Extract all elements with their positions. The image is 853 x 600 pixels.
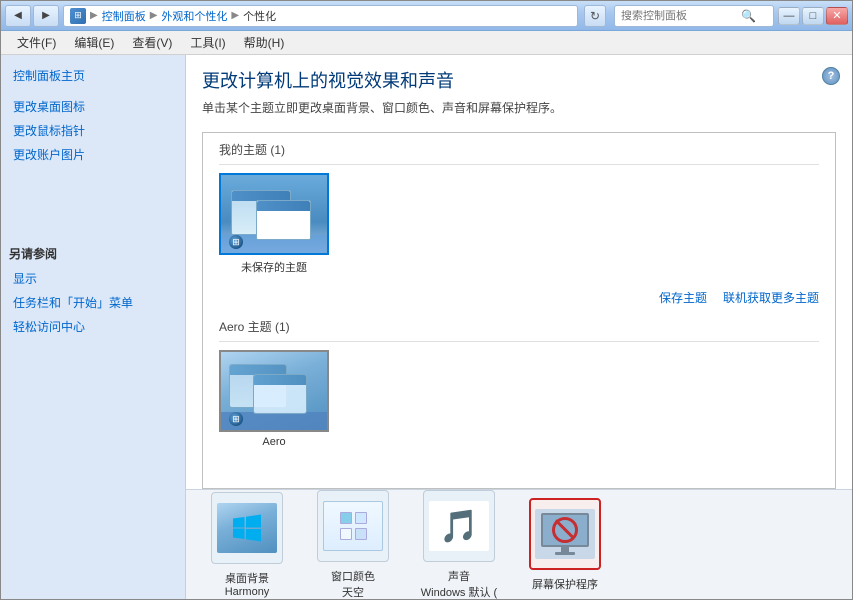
my-themes-header: 我的主题 (1) [219,133,819,165]
theme-item-unsaved[interactable]: ⊞ 未保存的主题 [219,173,329,275]
window-sim2-aero [253,374,307,414]
sidebar-main-section: 控制面板主页 更改桌面图标 更改鼠标指针 更改账户图片 [9,65,177,165]
preview-unsaved-inner: ⊞ [221,175,327,253]
theme-preview-aero[interactable]: ⊞ [219,350,329,432]
themes-container[interactable]: 我的主题 (1) [202,132,836,489]
sidebar-also-see-title: 另请参阅 [9,245,177,262]
sidebar: 控制面板主页 更改桌面图标 更改鼠标指针 更改账户图片 另请参阅 显示 任务栏和… [1,55,186,599]
menu-edit[interactable]: 编辑(E) [66,32,122,53]
desktop-bg-item[interactable]: 桌面背景 Harmony [202,492,292,598]
menu-tools[interactable]: 工具(I) [182,32,233,53]
close-button[interactable]: ✕ [826,7,848,25]
sound-sublabel: Windows 默认 ( [421,584,497,600]
breadcrumb: ⊞ ▶ 控制面板 ▶ 外观和个性化 ▶ 个性化 [63,5,578,27]
get-more-themes-link[interactable]: 联机获取更多主题 [723,289,819,306]
maximize-button[interactable]: □ [802,7,824,25]
theme-preview-unsaved[interactable]: ⊞ [219,173,329,255]
search-bar: 🔍 [614,5,774,27]
window-color-label: 窗口颜色 [331,568,375,584]
bottom-bar: 桌面背景 Harmony [186,489,852,599]
title-bar: ◀ ▶ ⊞ ▶ 控制面板 ▶ 外观和个性化 ▶ 个性化 ↻ 🔍 — □ ✕ [1,1,852,31]
wincolor-icon [323,501,383,551]
search-icon[interactable]: 🔍 [741,9,756,23]
title-bar-left: ◀ ▶ ⊞ ▶ 控制面板 ▶ 外观和个性化 ▶ 个性化 ↻ 🔍 [5,5,774,27]
back-button[interactable]: ◀ [5,5,31,27]
page-description: 单击某个主题立即更改桌面背景、窗口颜色、声音和屏幕保护程序。 [202,99,836,116]
breadcrumb-current: 个性化 [243,8,276,24]
menu-file[interactable]: 文件(F) [9,32,64,53]
content-area: ? 更改计算机上的视觉效果和声音 单击某个主题立即更改桌面背景、窗口颜色、声音和… [186,55,852,599]
sidebar-item-desktop-icons[interactable]: 更改桌面图标 [9,96,177,117]
wallpaper-icon [217,503,277,553]
sidebar-item-account-picture[interactable]: 更改账户图片 [9,144,177,165]
content-wrapper: ? 更改计算机上的视觉效果和声音 单击某个主题立即更改桌面背景、窗口颜色、声音和… [186,55,852,599]
themes-actions: 保存主题 联机获取更多主题 [219,283,819,310]
screensaver-item[interactable]: 屏幕保护程序 [520,498,610,592]
desktop-bg-icon-box[interactable] [211,492,283,564]
window-color-icon-box[interactable] [317,490,389,562]
desktop-bg-label: 桌面背景 [225,570,269,586]
breadcrumb-appearance[interactable]: 外观和个性化 [161,8,227,24]
minimize-button[interactable]: — [778,7,800,25]
refresh-button[interactable]: ↻ [584,5,606,27]
theme-item-aero[interactable]: ⊞ Aero [219,350,329,448]
screensaver-icon [535,509,595,559]
content-header: 更改计算机上的视觉效果和声音 单击某个主题立即更改桌面背景、窗口颜色、声音和屏幕… [186,55,852,132]
my-themes-grid: ⊞ 未保存的主题 [219,173,819,283]
windows-logo-icon [233,514,261,542]
page-title: 更改计算机上的视觉效果和声音 [202,67,836,93]
menu-help[interactable]: 帮助(H) [236,32,293,53]
sidebar-item-display[interactable]: 显示 [9,268,177,289]
sidebar-item-mouse-pointer[interactable]: 更改鼠标指针 [9,120,177,141]
forward-button[interactable]: ▶ [33,5,59,27]
help-button[interactable]: ? [822,67,840,85]
menu-bar: 文件(F) 编辑(E) 查看(V) 工具(I) 帮助(H) [1,31,852,55]
save-theme-link[interactable]: 保存主题 [659,289,707,306]
sidebar-item-accessibility[interactable]: 轻松访问中心 [9,316,177,337]
sep2: ▶ [150,10,158,21]
sound-label: 声音 [448,568,470,584]
nav-btn-group: ◀ ▶ [5,5,59,27]
sep1: ▶ [90,10,98,21]
screensaver-icon-box[interactable] [529,498,601,570]
sep3: ▶ [231,10,239,21]
sound-icon-box[interactable]: 🎵 [423,490,495,562]
theme-label-unsaved: 未保存的主题 [241,259,307,275]
window-color-item[interactable]: 窗口颜色 天空 [308,490,398,600]
window-color-sublabel: 天空 [342,584,364,600]
start-ball-aero: ⊞ [229,412,243,426]
sidebar-also-see: 另请参阅 显示 任务栏和「开始」菜单 轻松访问中心 [9,245,177,337]
window-sim2-unsaved [256,200,311,240]
start-ball-unsaved: ⊞ [229,235,243,249]
title-bar-controls: — □ ✕ [778,7,848,25]
desktop-bg-sublabel: Harmony [225,586,270,598]
main-layout: 控制面板主页 更改桌面图标 更改鼠标指针 更改账户图片 另请参阅 显示 任务栏和… [1,55,852,599]
sound-item[interactable]: 🎵 声音 Windows 默认 ( [414,490,504,600]
menu-view[interactable]: 查看(V) [124,32,180,53]
aero-themes-header: Aero 主题 (1) [219,310,819,342]
main-window: ◀ ▶ ⊞ ▶ 控制面板 ▶ 外观和个性化 ▶ 个性化 ↻ 🔍 — □ ✕ [0,0,853,600]
screensaver-label: 屏幕保护程序 [532,576,598,592]
theme-label-aero: Aero [262,436,285,448]
search-input[interactable] [621,10,741,22]
sound-icon: 🎵 [429,501,489,551]
aero-themes-grid: ⊞ Aero [219,350,819,456]
breadcrumb-control-panel[interactable]: 控制面板 [102,8,146,24]
sidebar-item-control-panel-home[interactable]: 控制面板主页 [9,65,177,86]
preview-aero-inner: ⊞ [221,352,327,430]
sidebar-item-taskbar[interactable]: 任务栏和「开始」菜单 [9,292,177,313]
breadcrumb-icon: ⊞ [70,8,86,24]
